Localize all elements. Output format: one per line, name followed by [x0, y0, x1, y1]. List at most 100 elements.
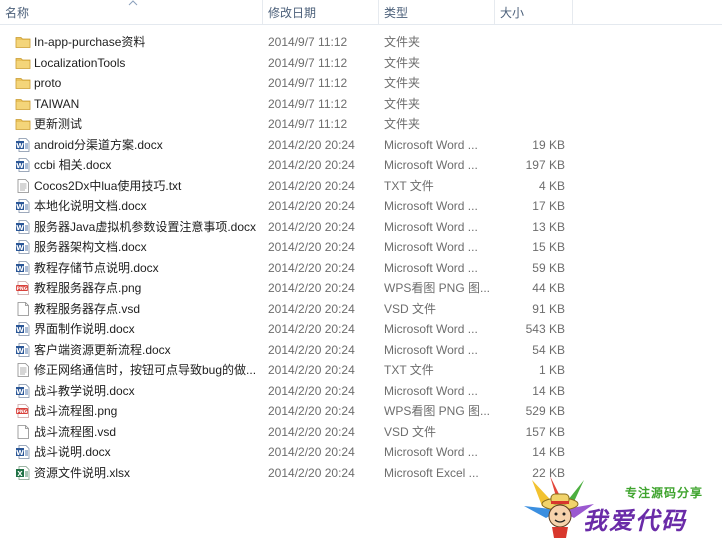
word-doc-icon: W [15, 157, 31, 173]
file-size: 1 KB [538, 363, 565, 377]
file-row[interactable]: Wccbi 相关.docx 2014/2/20 20:24 Microsoft Wo… [0, 155, 722, 175]
file-type: Microsoft Excel ... [384, 465, 479, 480]
file-row[interactable]: W 客户端资源更新流程.docx 2014/2/20 20:24 Microsoft … [0, 340, 722, 360]
file-type: 文件夹 [384, 76, 421, 90]
file-name: 战斗说明.docx [34, 445, 111, 459]
blank-file-icon [15, 424, 31, 440]
watermark-brand: 我爱代码 [583, 507, 687, 535]
word-doc-icon: W [15, 321, 31, 337]
file-modified-date: 2014/2/20 20:24 [268, 219, 355, 234]
file-row[interactable]: W 教程存储节点说明.docx 2014/2/20 20:24 Microsoft W… [0, 258, 722, 278]
text-file-icon [15, 362, 31, 378]
file-size: 543 KB [525, 322, 565, 336]
file-type: Microsoft Word ... [384, 260, 478, 275]
file-row[interactable]: TAIWAN 2014/9/7 11:12 文件夹 [0, 94, 722, 114]
file-row[interactable]: W 界面制作说明.docx 2014/2/20 20:24 Microsoft Wor… [0, 319, 722, 339]
column-header-modified[interactable]: 修改日期 [263, 0, 379, 24]
file-size: 197 KB [525, 158, 565, 172]
file-modified-date: 2014/2/20 20:24 [268, 137, 355, 152]
file-name: 界面制作说明.docx [34, 322, 135, 336]
file-type: Microsoft Word ... [384, 445, 478, 459]
file-name: 客户端资源更新流程.docx [34, 342, 171, 357]
file-row[interactable]: 修正网络通信时，按钮可点导致bug的做... 2014/2/20 20:24 TXT… [0, 360, 722, 380]
folder-icon [15, 75, 31, 91]
file-type: 文件夹 [384, 96, 421, 111]
file-row[interactable]: PNG 战斗流程图.png 2014/2/20 20:24 WPS看图 PNG 图..… [0, 401, 722, 421]
file-modified-date: 2014/2/20 20:24 [268, 445, 355, 459]
file-size: 44 KB [532, 281, 565, 295]
text-file-icon [15, 178, 31, 194]
file-type: Microsoft Word ... [384, 158, 478, 172]
file-type: Microsoft Word ... [384, 342, 478, 357]
file-modified-date: 2014/2/20 20:24 [268, 260, 355, 275]
file-type: VSD 文件 [384, 301, 437, 316]
sort-ascending-icon [128, 0, 138, 6]
file-modified-date: 2014/9/7 11:12 [268, 76, 348, 90]
png-image-icon: PNG [15, 280, 31, 296]
file-size: 14 KB [532, 445, 565, 459]
file-size: 14 KB [532, 383, 565, 398]
file-row[interactable]: Cocos2Dx中lua使用技巧.txt 2014/2/20 20:24 TXT 文… [0, 176, 722, 196]
file-row[interactable]: proto 2014/9/7 11:12 文件夹 [0, 73, 722, 93]
file-row[interactable]: PNG 教程服务器存点.png 2014/2/20 20:24 WPS看图 PNG 图… [0, 278, 722, 298]
file-modified-date: 2014/9/7 11:12 [268, 55, 348, 70]
svg-text:W: W [16, 346, 24, 354]
folder-icon [15, 55, 31, 71]
file-row[interactable]: W 本地化说明文档.docx 2014/2/20 20:24 Microsoft Wo… [0, 196, 722, 216]
file-name: proto [34, 76, 62, 90]
file-type: Microsoft Word ... [384, 322, 478, 336]
file-row[interactable]: W 战斗教学说明.docx 2014/2/20 20:24 Microsoft Wor… [0, 381, 722, 401]
file-type: Microsoft Word ... [384, 219, 478, 234]
file-modified-date: 2014/2/20 20:24 [268, 383, 355, 398]
watermark-tagline: 专注源码分享 [625, 486, 704, 500]
file-modified-date: 2014/9/7 11:12 [268, 35, 348, 49]
file-type: 文件夹 [384, 35, 421, 49]
word-doc-icon: W [15, 198, 31, 214]
file-name: TAIWAN [34, 96, 80, 111]
file-type: 文件夹 [384, 55, 421, 70]
file-modified-date: 2014/2/20 20:24 [268, 424, 355, 439]
folder-icon [15, 96, 31, 112]
file-name: 战斗流程图.vsd [34, 424, 117, 439]
file-modified-date: 2014/2/20 20:24 [268, 281, 355, 295]
file-name: 教程存储节点说明.docx [34, 260, 159, 275]
file-row[interactable]: LocalizationTools 2014/9/7 11:12 文件夹 [0, 53, 722, 73]
file-row[interactable]: W 服务器架构文档.docx 2014/2/20 20:24 Microsoft Wo… [0, 237, 722, 257]
column-header-size[interactable]: 大小 [495, 0, 573, 24]
file-name: 资源文件说明.xlsx [34, 465, 131, 480]
word-doc-icon: W [15, 239, 31, 255]
file-size: 157 KB [525, 424, 565, 439]
file-type: Microsoft Word ... [384, 199, 478, 213]
file-name: ccbi 相关.docx [34, 158, 112, 172]
file-modified-date: 2014/9/7 11:12 [268, 96, 348, 111]
folder-icon [15, 34, 31, 50]
file-name: 更新测试 [34, 117, 83, 131]
svg-text:PNG: PNG [17, 409, 28, 415]
file-modified-date: 2014/2/20 20:24 [268, 404, 355, 418]
svg-text:W: W [16, 203, 24, 211]
column-header-type[interactable]: 类型 [379, 0, 495, 24]
file-size: 4 KB [538, 178, 565, 193]
file-row[interactable]: 教程服务器存点.vsd 2014/2/20 20:24 VSD 文件 91 KB [0, 299, 722, 319]
svg-text:X: X [17, 469, 23, 477]
file-size: 13 KB [532, 219, 565, 234]
file-row[interactable]: 战斗流程图.vsd 2014/2/20 20:24 VSD 文件 157 KB [0, 422, 722, 442]
file-name: In-app-purchase资料 [34, 35, 146, 49]
file-row[interactable]: W 战斗说明.docx 2014/2/20 20:24 Microsoft Word … [0, 442, 722, 462]
svg-text:PNG: PNG [17, 286, 28, 292]
file-size: 91 KB [532, 301, 565, 316]
file-size: 15 KB [532, 240, 565, 254]
file-row[interactable]: In-app-purchase资料 2014/9/7 11:12 文件夹 [0, 32, 722, 52]
file-name: 本地化说明文档.docx [34, 199, 147, 213]
word-doc-icon: W [15, 219, 31, 235]
file-modified-date: 2014/2/20 20:24 [268, 301, 355, 316]
file-row[interactable]: 更新测试 2014/9/7 11:12 文件夹 [0, 114, 722, 134]
file-type: WPS看图 PNG 图... [384, 281, 491, 295]
file-row[interactable]: Wandroid分渠道方案.docx 2014/2/20 20:24 Microso… [0, 135, 722, 155]
file-modified-date: 2014/2/20 20:24 [268, 363, 355, 377]
folder-icon [15, 116, 31, 132]
file-name: Cocos2Dx中lua使用技巧.txt [34, 178, 182, 193]
file-size: 17 KB [532, 199, 565, 213]
svg-text:W: W [16, 264, 24, 272]
file-row[interactable]: W 服务器Java虚拟机参数设置注意事项.docx 2014/2/20 20:24 M… [0, 217, 722, 237]
